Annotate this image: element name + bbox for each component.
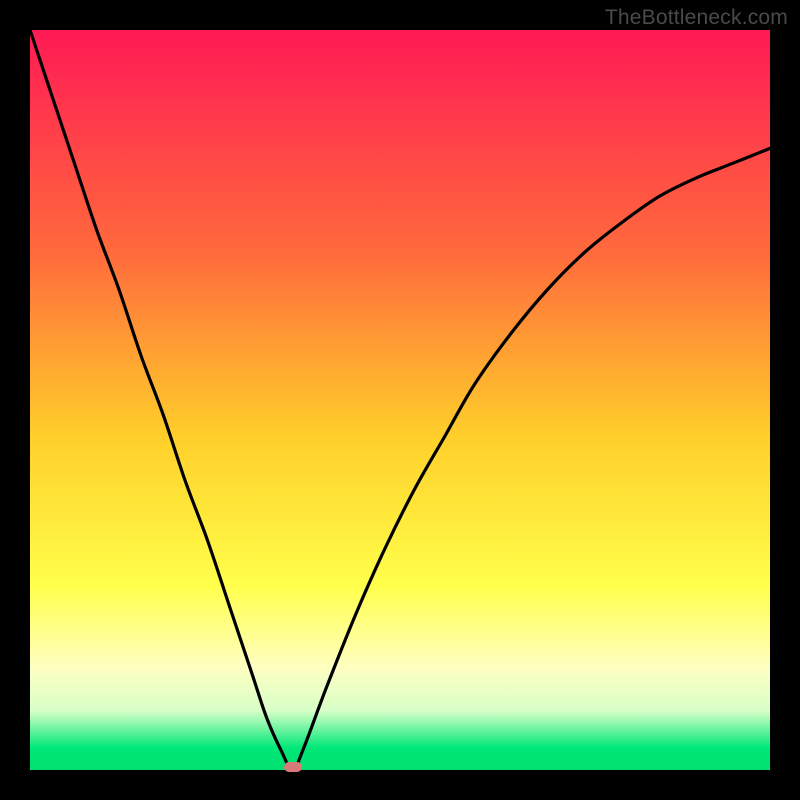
bottleneck-curve bbox=[30, 30, 770, 770]
watermark-text: TheBottleneck.com bbox=[605, 6, 788, 30]
curve-layer bbox=[30, 30, 770, 770]
plot-area bbox=[30, 30, 770, 770]
optimal-marker bbox=[284, 762, 302, 772]
